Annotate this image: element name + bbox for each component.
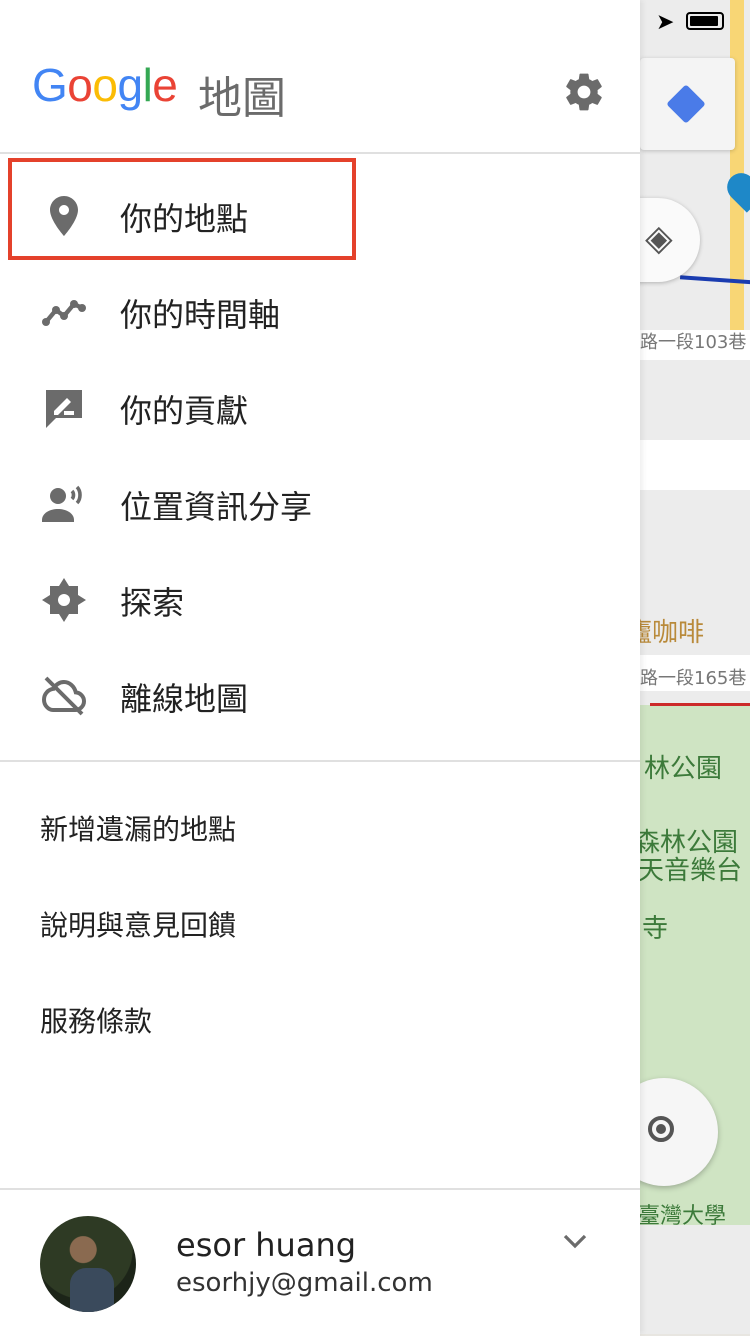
menu-item-label: 你的貢獻 xyxy=(120,392,249,430)
map-label: 路一段165巷 xyxy=(640,668,747,689)
map-view[interactable]: 路一段103巷 廬咖啡 路一段165巷 林公園 森林公園 天音樂台 寺 臺灣大學… xyxy=(640,0,750,1334)
divider xyxy=(0,760,640,762)
menu-item-label: 你的時間軸 xyxy=(120,296,281,334)
drawer-header: Google 地圖 xyxy=(0,0,640,152)
account-email: esorhjy@gmail.com xyxy=(176,1268,433,1298)
menu-item-offline-maps[interactable]: 離線地圖 xyxy=(0,648,640,744)
menu-item-location-sharing[interactable]: 位置資訊分享 xyxy=(0,456,640,552)
map-label: 廬咖啡 xyxy=(640,618,705,648)
map-label: 天音樂台 xyxy=(640,856,743,886)
location-sharing-icon xyxy=(42,485,82,522)
menu-item-your-contributions[interactable]: 你的貢獻 xyxy=(0,360,640,456)
account-section[interactable]: esor huang esorhjy@gmail.com xyxy=(0,1188,640,1336)
gear-icon[interactable] xyxy=(562,70,606,114)
map-label: 林公園 xyxy=(644,754,723,784)
explore-icon xyxy=(42,578,86,622)
layers-icon: ◈ xyxy=(645,218,673,259)
link-help-feedback[interactable]: 說明與意見回饋 xyxy=(40,904,236,944)
map-road xyxy=(640,440,750,490)
link-add-missing-place[interactable]: 新增遺漏的地點 xyxy=(40,808,236,848)
google-logo: Google xyxy=(32,59,178,111)
map-label: 路一段103巷 xyxy=(640,332,747,353)
map-route-red xyxy=(650,703,750,706)
location-arrow-icon: ➤ xyxy=(656,10,675,35)
directions-icon xyxy=(666,84,706,124)
divider xyxy=(0,152,640,154)
menu-item-label: 離線地圖 xyxy=(120,680,249,718)
map-label: 臺灣大學 xyxy=(640,1204,727,1229)
offline-cloud-icon xyxy=(41,676,87,716)
account-name: esor huang xyxy=(176,1226,357,1264)
menu-item-label: 探索 xyxy=(120,584,185,622)
link-terms-of-service[interactable]: 服務條款 xyxy=(40,1000,152,1040)
navigation-drawer: Google 地圖 你的地點 你的時間軸 你的貢獻 位置資訊分享 探索 離線地圖… xyxy=(0,0,640,1336)
chevron-down-icon[interactable] xyxy=(560,1226,590,1256)
contributions-icon xyxy=(46,390,82,428)
menu-item-explore[interactable]: 探索 xyxy=(0,552,640,648)
timeline-icon xyxy=(42,300,86,326)
menu-item-your-timeline[interactable]: 你的時間軸 xyxy=(0,264,640,360)
map-road xyxy=(730,0,744,340)
battery-icon xyxy=(686,12,724,30)
app-title: 地圖 xyxy=(198,73,286,124)
directions-button[interactable] xyxy=(640,58,735,150)
highlight-annotation xyxy=(8,158,356,260)
avatar[interactable] xyxy=(40,1216,136,1312)
map-label: 寺 xyxy=(642,914,669,944)
layers-button[interactable]: ◈ xyxy=(640,198,700,282)
menu-item-label: 位置資訊分享 xyxy=(120,488,313,526)
